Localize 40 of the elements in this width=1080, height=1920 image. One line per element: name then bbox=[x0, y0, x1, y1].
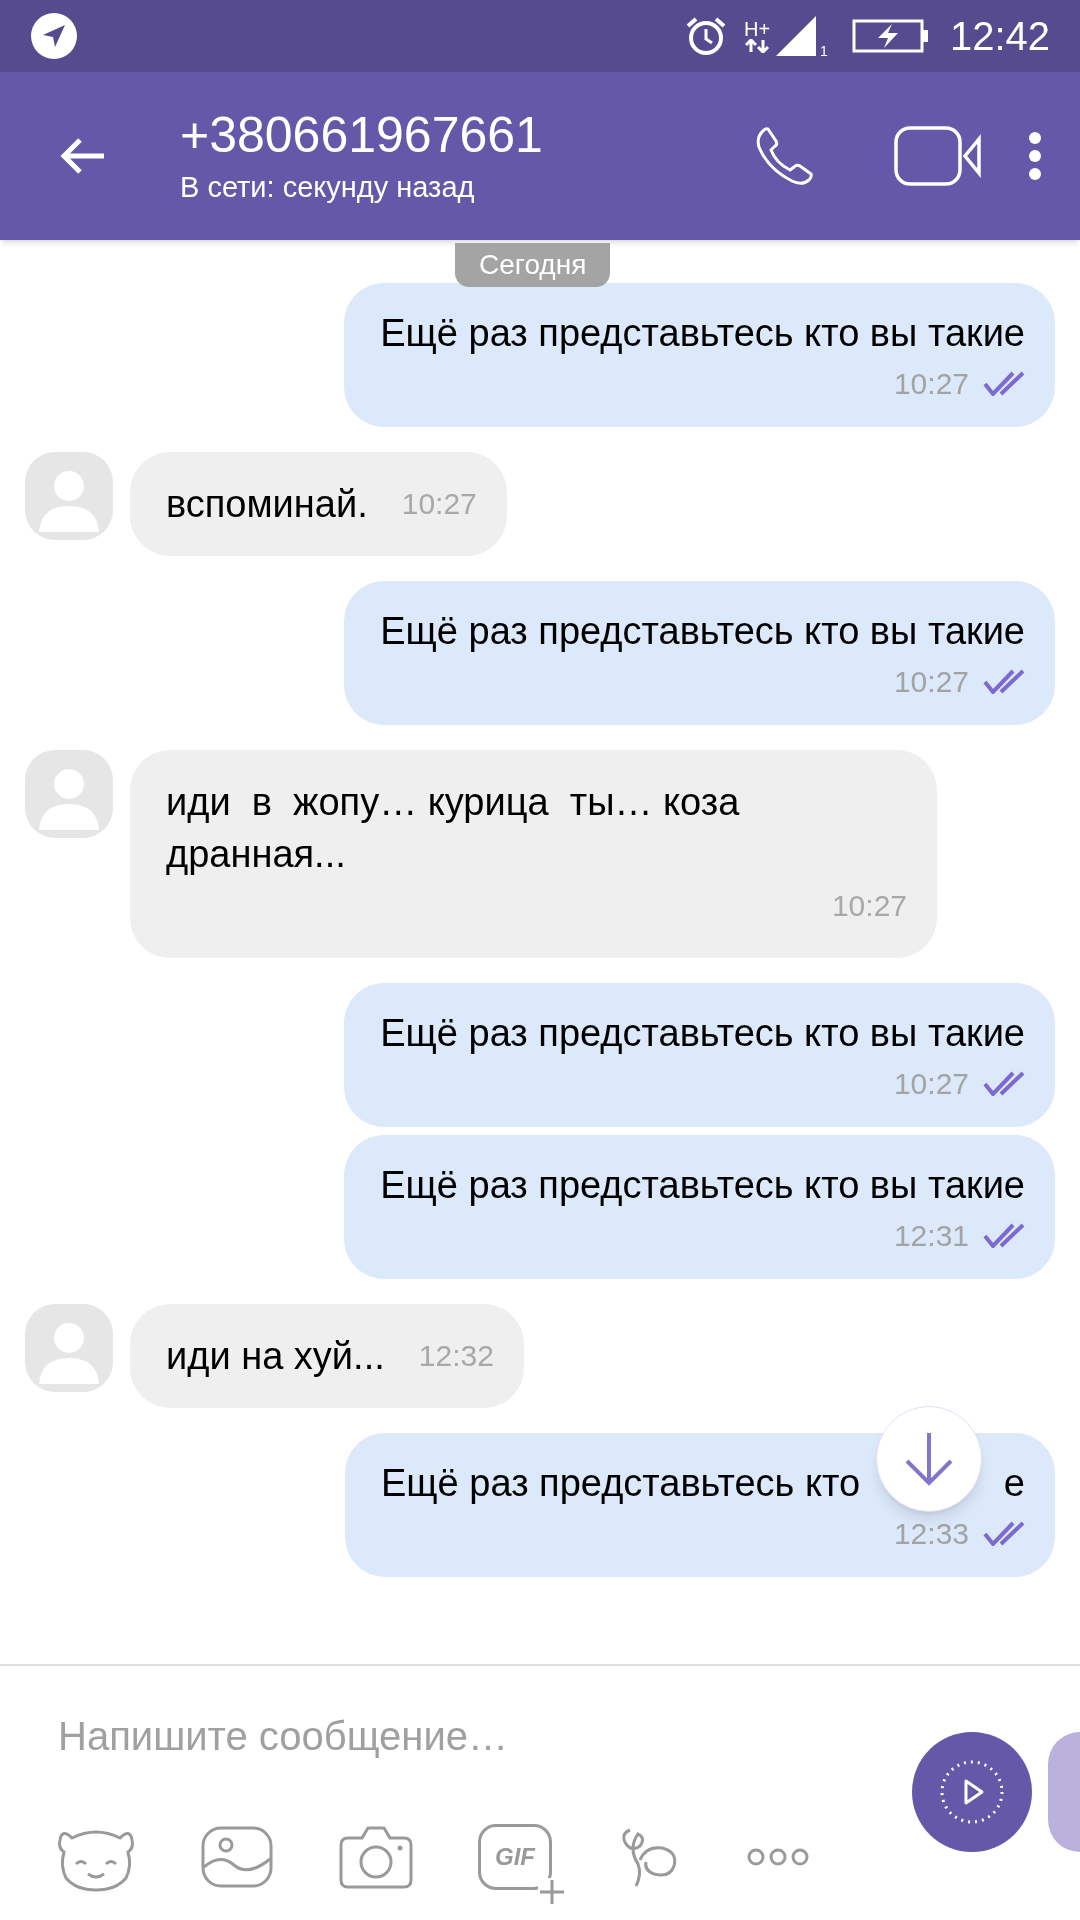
status-time: 12:42 bbox=[949, 13, 1050, 60]
message-time: 10:27 bbox=[893, 663, 969, 700]
message-text: Ещё раз представьтесь кто bbox=[381, 1461, 861, 1506]
outgoing-message-bubble[interactable]: Ещё раз представьтесь кто вы такие 10:27 bbox=[344, 983, 1055, 1127]
message-time: 12:31 bbox=[893, 1217, 969, 1254]
message-text: Ещё раз представьтесь кто вы такие bbox=[380, 1011, 1025, 1056]
message-time: 10:27 bbox=[401, 486, 477, 522]
incoming-message-bubble[interactable]: иди в жопу… курица ты… коза дранная... 10:27 bbox=[130, 750, 937, 958]
message-time: 10:27 bbox=[893, 365, 969, 402]
message-text: Ещё раз представьтесь кто вы такие bbox=[380, 311, 1025, 356]
message-time: 10:27 bbox=[831, 888, 907, 924]
date-chip: Сегодня bbox=[455, 243, 611, 287]
message-time: 10:27 bbox=[893, 1065, 969, 1102]
outgoing-message-bubble[interactable]: Ещё раз представьтесь кто вы такие 10:27 bbox=[344, 283, 1055, 427]
message-time: 12:32 bbox=[418, 1338, 494, 1374]
contact-phone-number: +380661967661 bbox=[180, 106, 544, 164]
online-status: В сети: секунду назад bbox=[180, 170, 476, 205]
navigation-icon bbox=[30, 12, 78, 60]
message-text: Ещё раз представьтесь кто вы такие bbox=[380, 1163, 1025, 1208]
data-arrows-icon bbox=[744, 39, 771, 53]
camera-icon[interactable] bbox=[338, 1824, 414, 1890]
message-text: иди на хуй... bbox=[166, 1334, 385, 1379]
outgoing-message-bubble[interactable]: Ещё раз представьтесь кто е 12:33 bbox=[345, 1433, 1055, 1577]
message-text: иди в жопу… курица ты… коза дранная... bbox=[166, 780, 741, 877]
incoming-message-bubble[interactable]: иди на хуй... 12:32 bbox=[130, 1304, 524, 1408]
battery-charging-icon bbox=[851, 18, 930, 54]
message-input[interactable]: Напишите сообщение… bbox=[58, 1710, 858, 1762]
message-text: Ещё раз представьтесь кто вы такие bbox=[380, 609, 1025, 654]
message-text-fragment: е bbox=[1003, 1461, 1025, 1506]
more-options-icon[interactable] bbox=[1028, 131, 1042, 181]
outgoing-message-bubble[interactable]: Ещё раз представьтесь кто вы такие 10:27 bbox=[344, 581, 1055, 725]
signal-icon bbox=[774, 14, 819, 58]
more-icon[interactable] bbox=[746, 1847, 810, 1867]
incoming-message-bubble[interactable]: вспоминай. 10:27 bbox=[130, 452, 507, 556]
message-time: 12:33 bbox=[893, 1515, 969, 1552]
network-type: H+ bbox=[743, 19, 771, 39]
sim-number: 1 bbox=[820, 42, 828, 61]
outgoing-message-bubble[interactable]: Ещё раз представьтесь кто вы такие 12:31 bbox=[344, 1135, 1055, 1279]
message-text: вспоминай. bbox=[166, 482, 368, 527]
gallery-icon[interactable] bbox=[200, 1825, 274, 1889]
